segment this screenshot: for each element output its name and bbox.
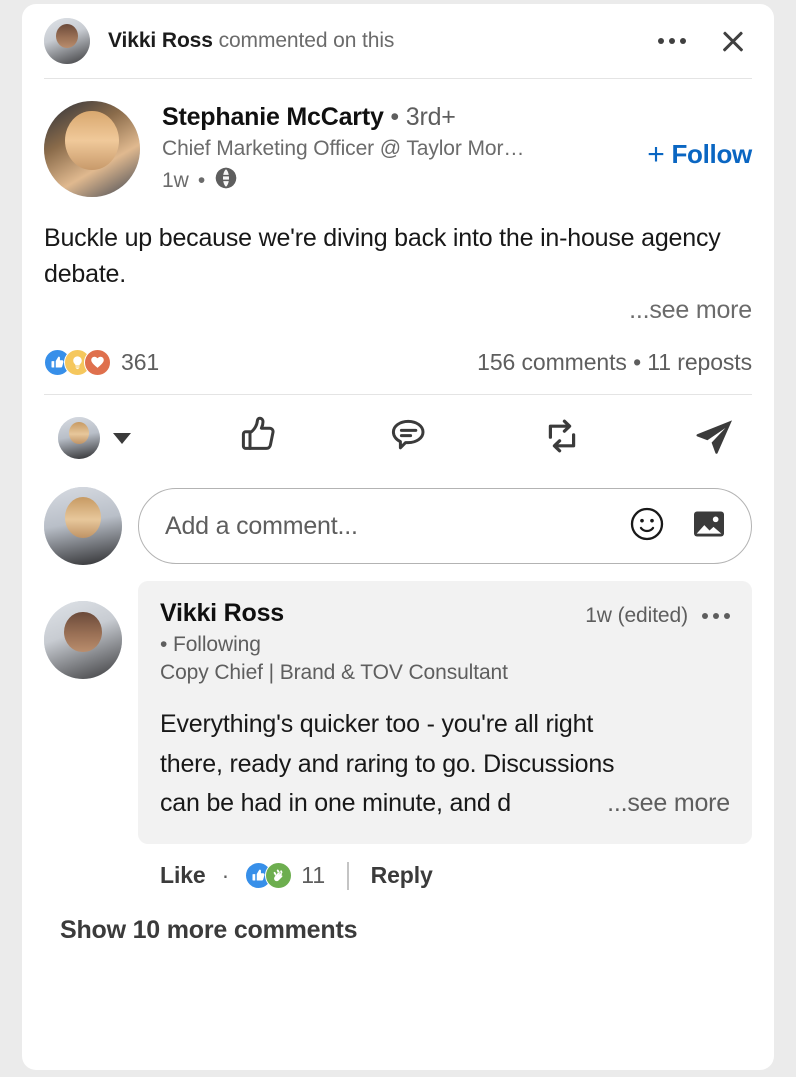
comment-input-icons — [627, 504, 729, 549]
connection-degree: 3rd+ — [405, 103, 456, 131]
comment-button[interactable] — [387, 412, 435, 465]
send-icon — [690, 412, 738, 465]
post-see-more-link[interactable]: ...see more — [629, 296, 752, 324]
comments-reposts-count[interactable]: 156 comments • 11 reposts — [477, 349, 752, 376]
post-meta-line: 1w • — [162, 166, 641, 196]
follow-button[interactable]: + Follow — [647, 139, 752, 170]
header-actions — [652, 26, 752, 56]
post-time: 1w — [162, 168, 189, 192]
globe-icon — [214, 166, 238, 196]
comment-item: Vikki Ross • Following Copy Chief | Bran… — [22, 565, 774, 890]
comment-text-line-1: Everything's quicker too - you're all ri… — [160, 710, 594, 738]
emoji-icon[interactable] — [627, 504, 667, 549]
post-author-name[interactable]: Stephanie McCarty — [162, 103, 384, 131]
comment-reaction-count[interactable]: 11 — [301, 862, 325, 889]
comment-text-line-2: there, ready and raring to go. Discussio… — [160, 749, 615, 778]
notification-action-text: commented on this — [212, 29, 395, 52]
post-modal-card: Vikki Ross commented on this Stephanie M… — [22, 4, 774, 1070]
chevron-down-icon — [113, 432, 131, 444]
comment-text-line-3-wrap: can be had in one minute, and d ...see m… — [160, 784, 730, 824]
post-social-counts: 361 156 comments • 11 reposts — [22, 325, 774, 376]
comment-author-name[interactable]: Vikki Ross — [160, 599, 508, 628]
avatar-current-user[interactable] — [44, 487, 122, 565]
like-button[interactable] — [235, 412, 283, 465]
follow-label: Follow — [671, 139, 752, 169]
repost-button[interactable] — [538, 412, 586, 465]
send-button[interactable] — [690, 412, 738, 465]
repost-icon — [538, 412, 586, 465]
close-icon[interactable] — [718, 26, 748, 56]
notification-text: Vikki Ross commented on this — [108, 29, 394, 53]
show-more-comments-row: Show 10 more comments — [22, 890, 774, 945]
reaction-stack[interactable] — [44, 349, 111, 376]
comment-text: Everything's quicker too - you're all ri… — [160, 705, 730, 824]
comment-body: Vikki Ross • Following Copy Chief | Bran… — [138, 581, 752, 890]
comment-actions: Like · 11 Reply — [138, 844, 752, 890]
comment-action-separator: · — [221, 862, 230, 888]
thumbs-up-icon — [235, 412, 283, 465]
notification-avatar[interactable] — [44, 18, 90, 64]
post-author-row: Stephanie McCarty • 3rd+ Chief Marketing… — [22, 79, 774, 197]
comment-reaction-stack[interactable] — [245, 862, 293, 889]
comment-input-row: Add a comment... — [22, 481, 774, 565]
comment-bubble-icon — [387, 412, 435, 465]
comment-timestamp: 1w (edited) — [585, 604, 688, 627]
comment-ellipsis-icon[interactable] — [702, 613, 730, 619]
ellipsis-icon[interactable] — [652, 32, 692, 50]
plus-icon: + — [647, 137, 665, 171]
name-separator: • — [390, 103, 399, 131]
post-author-info: Stephanie McCarty • 3rd+ Chief Marketing… — [162, 101, 641, 196]
image-icon[interactable] — [689, 504, 729, 549]
notification-actor-name[interactable]: Vikki Ross — [108, 29, 213, 52]
avatar-vikki-ross[interactable] — [44, 601, 122, 679]
notification-header: Vikki Ross commented on this — [22, 4, 774, 64]
avatar-stephanie-mccarty[interactable] — [44, 101, 140, 197]
comment-action-divider — [347, 861, 349, 890]
comment-input-box[interactable]: Add a comment... — [138, 488, 752, 564]
comment-reaction-celebrate-icon — [265, 862, 293, 889]
comment-input-placeholder: Add a comment... — [165, 511, 358, 540]
comment-text-line-3: can be had in one minute, and d — [160, 789, 512, 817]
comment-see-more-link[interactable]: ...see more — [597, 784, 730, 824]
comment-meta: 1w (edited) — [585, 599, 730, 628]
post-see-more-row: ...see more — [22, 292, 774, 325]
post-author-name-line: Stephanie McCarty • 3rd+ — [162, 103, 641, 133]
post-author-headline: Chief Marketing Officer @ Taylor Mor… — [162, 136, 525, 160]
comment-reply-button[interactable]: Reply — [371, 862, 433, 889]
comment-following-status: • Following — [160, 633, 261, 656]
avatar-current-user-small — [58, 417, 100, 459]
reaction-love-icon — [84, 349, 111, 376]
reaction-count[interactable]: 361 — [121, 349, 159, 376]
comment-author-headline: Copy Chief | Brand & TOV Consultant — [160, 661, 508, 684]
comment-like-button[interactable]: Like — [160, 862, 206, 889]
react-as-button[interactable] — [58, 417, 131, 459]
show-more-comments-button[interactable]: Show 10 more comments — [60, 916, 357, 944]
meta-separator: • — [197, 168, 206, 192]
post-action-bar — [22, 395, 774, 481]
comment-header: Vikki Ross • Following Copy Chief | Bran… — [160, 599, 730, 685]
comment-bubble: Vikki Ross • Following Copy Chief | Bran… — [138, 581, 752, 844]
post-body-text: Buckle up because we're diving back into… — [44, 224, 721, 288]
